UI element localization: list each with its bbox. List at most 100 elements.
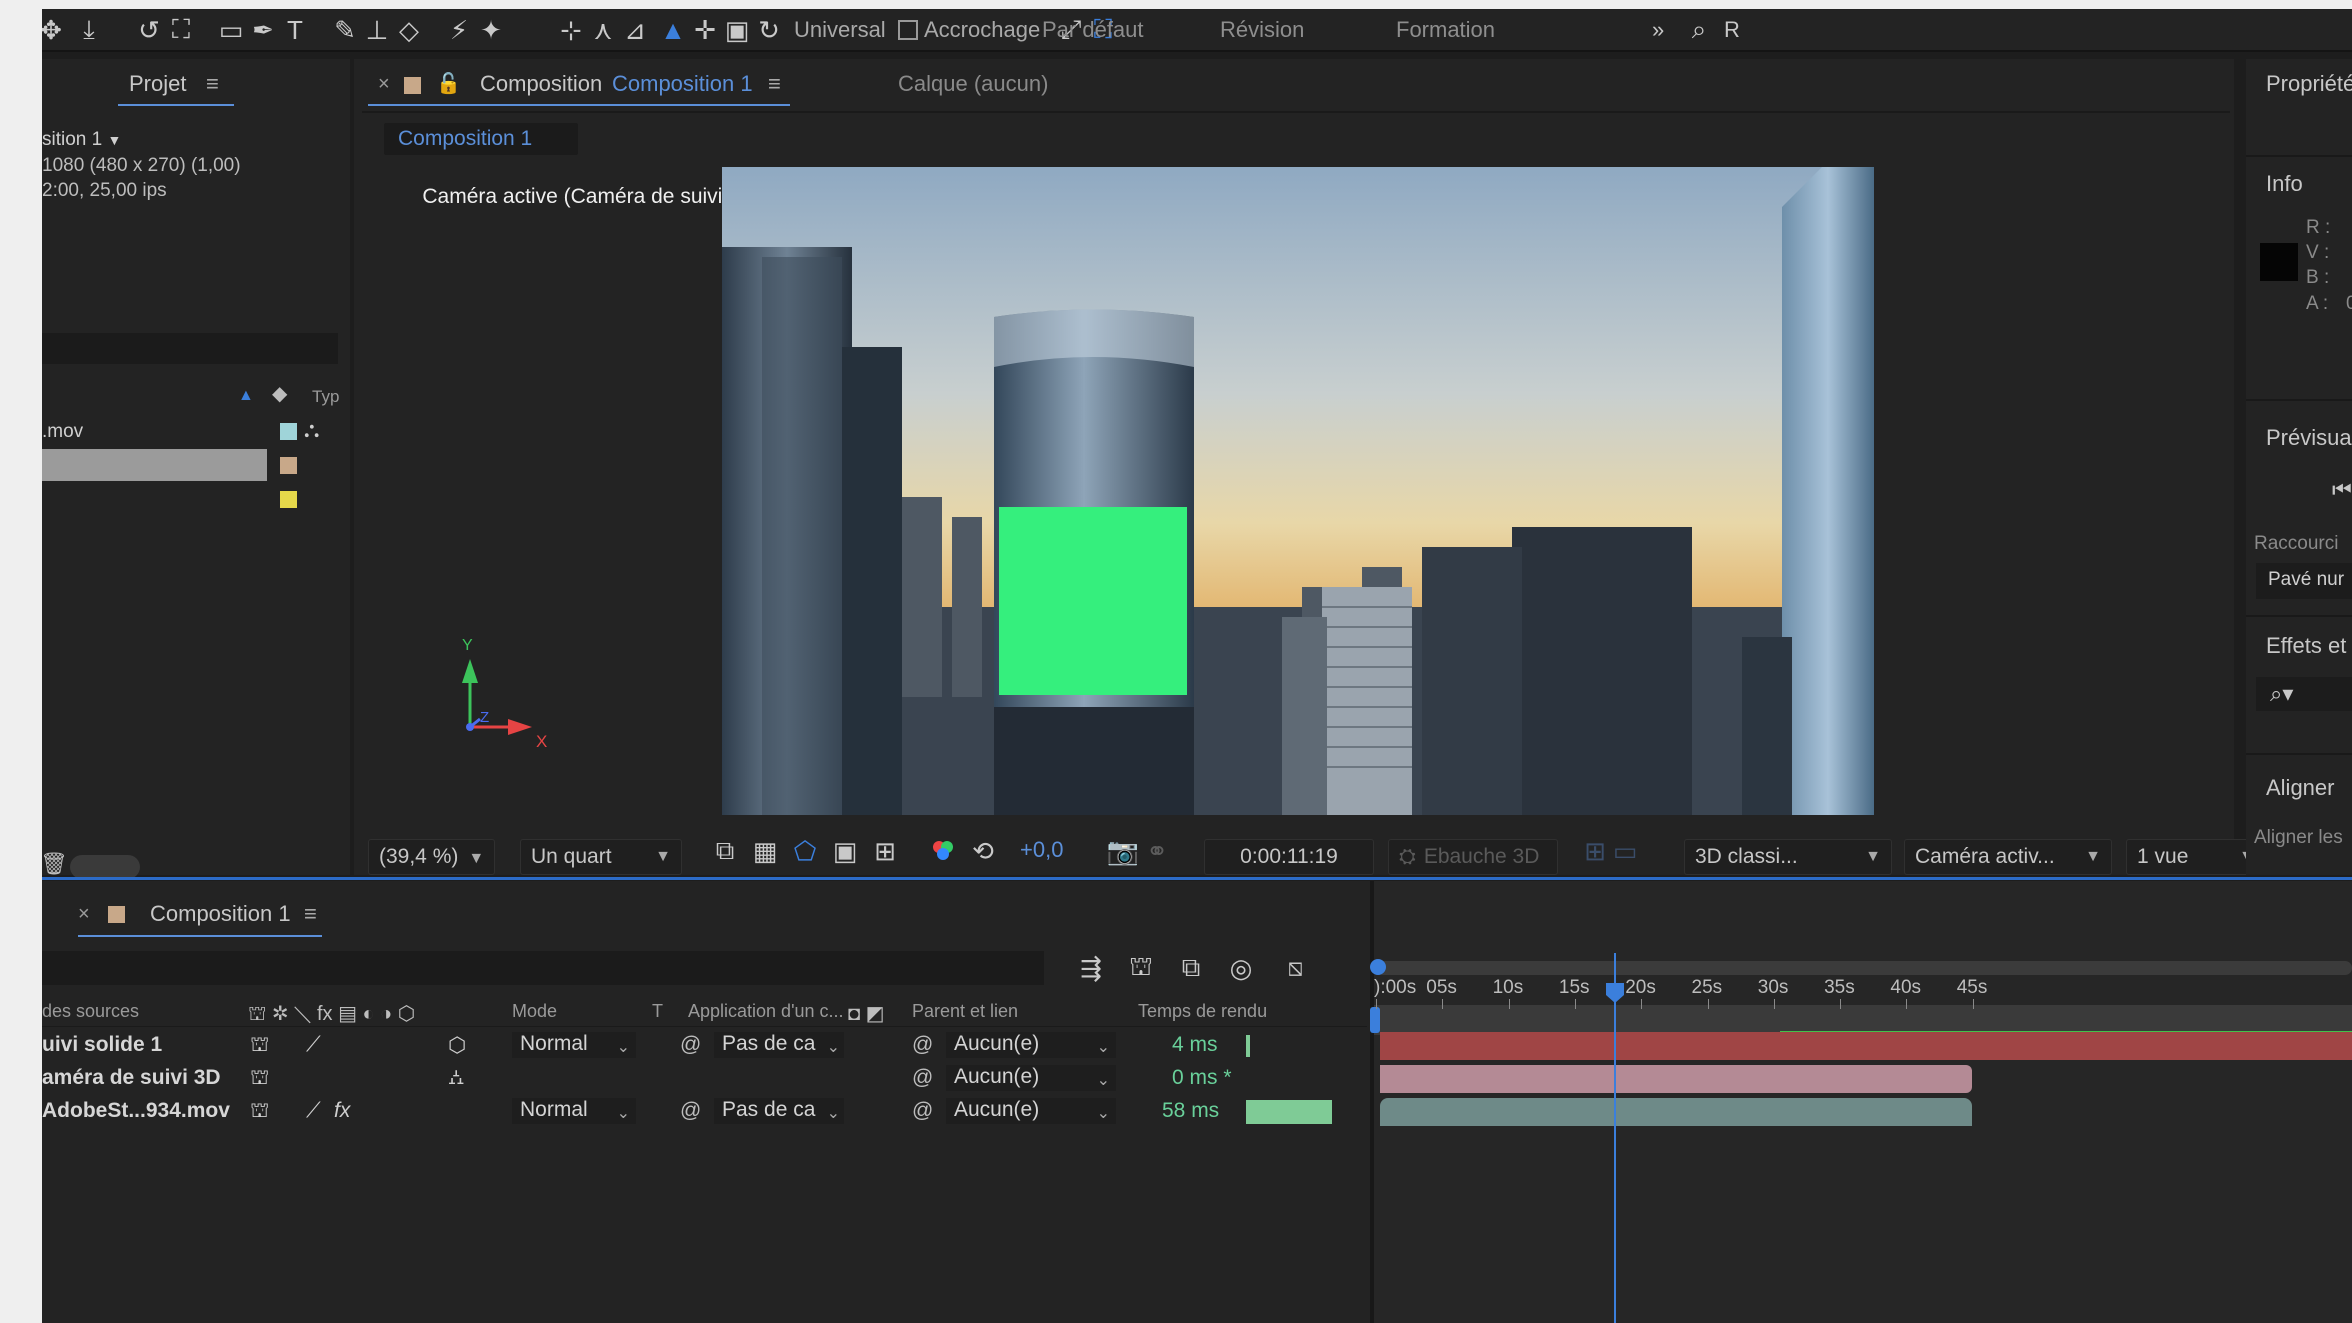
graph-editor-icon[interactable]: ⧅: [1278, 952, 1312, 983]
workspace-learning[interactable]: Formation: [1396, 17, 1495, 43]
align-panel-tab[interactable]: Aligner: [2266, 775, 2334, 801]
parent-dropdown[interactable]: Aucun(e) ⌄: [946, 1065, 1116, 1091]
search-help-label[interactable]: R: [1724, 17, 1740, 43]
3d-ground-plane-icon[interactable]: ⊞: [1578, 836, 1612, 866]
effects-search-input[interactable]: ⌕▾: [2256, 677, 2352, 711]
rectangle-tool-icon[interactable]: ▭: [214, 15, 248, 45]
layer-name[interactable]: AdobeSt...934.mov: [42, 1099, 230, 1123]
track-matte-dropdown[interactable]: Pas de ca ⌄: [714, 1032, 844, 1058]
layer-row[interactable]: AdobeSt...934.mov ⛫ ⟋ fx Normal ⌄ @ Pas d…: [42, 1095, 1367, 1127]
playhead-line[interactable]: [1614, 953, 1616, 1323]
workspace-default[interactable]: Par défaut: [1042, 17, 1144, 43]
lock-icon[interactable]: 🔓: [436, 71, 461, 96]
3d-layer-icon[interactable]: ⬡: [448, 1033, 466, 1058]
layer-search-input[interactable]: [42, 951, 1044, 985]
project-item-row-selected[interactable]: [42, 449, 267, 481]
extended-viewer-icon[interactable]: ▭: [1608, 836, 1642, 866]
comp-flowchart-icon[interactable]: ⇶: [1074, 953, 1108, 983]
workspace-review[interactable]: Révision: [1220, 17, 1304, 43]
view-axis-icon[interactable]: ⊿: [618, 15, 652, 45]
project-item-row[interactable]: .mov: [42, 415, 312, 447]
bit-depth-slider[interactable]: [70, 855, 140, 879]
scale-gizmo-icon[interactable]: ▣: [720, 15, 754, 45]
trash-icon[interactable]: 🗑: [42, 851, 68, 877]
pen-tool-icon[interactable]: ✒: [246, 15, 280, 45]
pan-behind-tool-icon[interactable]: ✥: [42, 15, 68, 45]
camera-orbit-icon[interactable]: ⛶: [164, 14, 198, 45]
effects-switch-icon[interactable]: fx: [334, 1099, 350, 1123]
column-type[interactable]: Typ: [312, 387, 339, 407]
comp-breadcrumb[interactable]: Composition 1: [384, 123, 578, 155]
parent-dropdown[interactable]: Aucun(e) ⌄: [946, 1098, 1116, 1124]
puppet-pin-tool-icon[interactable]: ✦: [474, 15, 508, 45]
comp-tab-name[interactable]: Composition 1: [612, 71, 753, 97]
camera-view-dropdown[interactable]: Caméra activ... ▼: [1904, 839, 2112, 875]
label-tag-icon[interactable]: ◆: [272, 381, 287, 406]
layer-name[interactable]: améra de suivi 3D: [42, 1066, 221, 1090]
workspace-overflow-button[interactable]: »: [1652, 17, 1664, 43]
eraser-tool-icon[interactable]: ◇: [392, 15, 426, 45]
layer-viewer-tab[interactable]: Calque (aucun): [898, 71, 1048, 97]
layer-track-bar[interactable]: [1380, 1098, 1972, 1126]
grid-guides-icon[interactable]: ⊞: [868, 836, 902, 866]
preview-panel-tab[interactable]: Prévisual: [2266, 425, 2352, 451]
shortcut-dropdown[interactable]: Pavé nur: [2256, 563, 2352, 599]
parent-pickwhip-icon[interactable]: @: [912, 1099, 933, 1123]
shy-layers-icon[interactable]: ⛫: [1124, 951, 1158, 983]
comp-menu-icon[interactable]: ≡: [768, 71, 781, 97]
rotate-gizmo-icon[interactable]: ↻: [752, 15, 786, 45]
project-search-input[interactable]: [42, 333, 338, 364]
timeline-comp-tab[interactable]: Composition 1: [150, 901, 291, 927]
column-parent[interactable]: Parent et lien: [912, 1001, 1018, 1022]
layer-track-bar[interactable]: [1380, 1032, 2352, 1060]
color-channels-icon[interactable]: [926, 836, 960, 866]
snapping-toggle[interactable]: Accrochage: [898, 17, 1040, 43]
roto-brush-tool-icon[interactable]: ⚡: [442, 15, 476, 45]
draft-3d-button[interactable]: ⛭ Ebauche 3D: [1388, 839, 1558, 875]
motion-blur-icon[interactable]: ◎: [1224, 953, 1258, 983]
universal-label[interactable]: Universal: [794, 17, 886, 43]
label-color-swatch[interactable]: [280, 491, 297, 508]
snapping-checkbox[interactable]: [898, 20, 918, 40]
frame-blending-icon[interactable]: ⧉: [1174, 952, 1208, 983]
properties-panel-tab[interactable]: Propriété: [2266, 71, 2352, 97]
type-tool-icon[interactable]: T: [278, 15, 312, 45]
close-tab-icon[interactable]: ×: [78, 903, 90, 926]
navigator-handle[interactable]: [1370, 1007, 1380, 1033]
blend-mode-dropdown[interactable]: Normal ⌄: [512, 1032, 636, 1058]
view-layout-dropdown[interactable]: 1 vue▼: [2126, 839, 2266, 875]
project-tab[interactable]: Projet: [129, 71, 186, 97]
rotate-tool-icon[interactable]: ↺: [132, 15, 166, 45]
transparency-grid-icon[interactable]: ▦: [748, 836, 782, 866]
work-area-start-handle[interactable]: [1370, 959, 1386, 975]
first-frame-icon[interactable]: ⏮: [2332, 477, 2352, 503]
magnification-dropdown[interactable]: (39,4 %) ▼: [368, 839, 496, 875]
resolution-dropdown[interactable]: Un quart ▼: [520, 839, 682, 875]
exposure-value[interactable]: +0,0: [1020, 837, 1063, 863]
parent-pickwhip-icon[interactable]: @: [912, 1066, 933, 1090]
reset-exposure-icon[interactable]: ⟲: [966, 836, 1000, 866]
shy-switch-icon[interactable]: ⛫: [250, 1066, 269, 1092]
selection-tool-icon[interactable]: ▲: [656, 15, 690, 45]
timeline-menu-icon[interactable]: ≡: [304, 901, 317, 927]
label-color-swatch[interactable]: [280, 423, 297, 440]
column-track-matte[interactable]: Application d'un c...: [688, 1001, 844, 1022]
parent-pickwhip-icon[interactable]: @: [912, 1033, 933, 1057]
composition-frame[interactable]: [722, 167, 1874, 815]
effects-panel-tab[interactable]: Effets et: [2266, 633, 2346, 659]
close-tab-icon[interactable]: ×: [378, 73, 390, 96]
comp-dropdown-icon[interactable]: ▼: [107, 132, 121, 148]
clone-stamp-tool-icon[interactable]: ⊥: [360, 15, 394, 45]
sort-ascending-icon[interactable]: ▲: [238, 387, 260, 405]
column-mode[interactable]: Mode: [512, 1001, 557, 1022]
track-matte-dropdown[interactable]: Pas de ca ⌄: [714, 1098, 844, 1124]
shy-switch-icon[interactable]: ⛫: [250, 1099, 269, 1125]
parent-dropdown[interactable]: Aucun(e) ⌄: [946, 1032, 1116, 1058]
current-time-display[interactable]: 0:00:11:19: [1204, 839, 1374, 875]
snapshot-camera-icon[interactable]: 📷: [1106, 836, 1140, 866]
layer-name[interactable]: uivi solide 1: [42, 1033, 162, 1057]
mask-visibility-icon[interactable]: ⬠: [788, 836, 822, 866]
blend-mode-dropdown[interactable]: Normal ⌄: [512, 1098, 636, 1124]
move-gizmo-icon[interactable]: ✛: [688, 15, 722, 45]
quality-switch-icon[interactable]: ⟋: [306, 1099, 321, 1123]
